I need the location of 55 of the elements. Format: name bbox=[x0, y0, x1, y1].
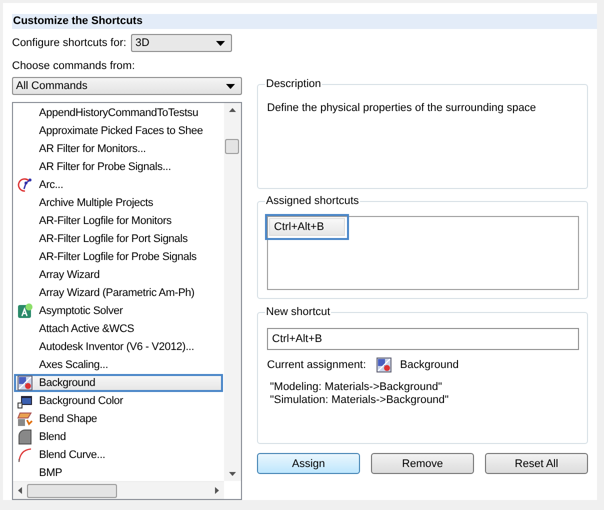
dialog-button[interactable]: Assign bbox=[257, 453, 360, 474]
command-item[interactable]: Background bbox=[14, 374, 223, 392]
group-title: Assigned shortcuts bbox=[265, 195, 360, 207]
scroll-right-icon[interactable] bbox=[215, 487, 219, 494]
caret-icon bbox=[226, 84, 235, 88]
command-item[interactable]: Blend Curve... bbox=[14, 446, 223, 464]
command-item[interactable]: Arc... bbox=[14, 176, 223, 194]
shortcut-input-field[interactable]: Ctrl+Alt+B bbox=[267, 328, 579, 350]
dialog-button[interactable]: Remove bbox=[371, 453, 474, 474]
configure-label: Configure shortcuts for: bbox=[12, 37, 126, 49]
scrollbar-thumb[interactable] bbox=[225, 139, 239, 154]
command-item[interactable]: Array Wizard (Parametric Am-Ph) bbox=[14, 284, 223, 302]
blend-icon bbox=[17, 429, 33, 445]
command-item[interactable]: Bend Shape bbox=[14, 410, 223, 428]
background-icon bbox=[376, 357, 392, 373]
configure-dropdown[interactable]: 3D bbox=[131, 34, 232, 52]
monitor-icon bbox=[17, 393, 33, 409]
command-item[interactable]: Array Wizard bbox=[14, 266, 223, 284]
command-item[interactable]: AR Filter for Probe Signals... bbox=[14, 158, 223, 176]
scrollbar-thumb[interactable] bbox=[27, 484, 117, 498]
command-item[interactable]: Asymptotic Solver bbox=[14, 302, 223, 320]
command-item[interactable]: Autodesk Inventor (V6 - V2012)... bbox=[14, 338, 223, 356]
commands-label: Choose commands from: bbox=[12, 60, 136, 72]
command-item[interactable]: AR-Filter Logfile for Probe Signals bbox=[14, 248, 223, 266]
caret-icon bbox=[216, 40, 226, 46]
command-item[interactable]: Axes Scaling... bbox=[14, 356, 223, 374]
bend-shape-icon bbox=[17, 411, 33, 427]
scroll-left-icon[interactable] bbox=[18, 487, 22, 494]
dialog-title: Customize the Shortcuts bbox=[12, 14, 597, 29]
command-item[interactable]: Approximate Picked Faces to Shee bbox=[14, 122, 223, 140]
command-item[interactable]: BMP bbox=[14, 464, 223, 481]
group-title: New shortcut bbox=[265, 306, 332, 318]
command-item[interactable]: Background Color bbox=[14, 392, 223, 410]
commands-dropdown[interactable]: All Commands bbox=[12, 77, 242, 95]
command-item[interactable]: AppendHistoryCommandToTestsu bbox=[14, 104, 223, 122]
command-item[interactable]: AR-Filter Logfile for Monitors bbox=[14, 212, 223, 230]
description-text: Define the physical properties of the surrounding space bbox=[267, 102, 538, 114]
scroll-up-icon[interactable] bbox=[229, 108, 236, 112]
dialog-button[interactable]: Reset All bbox=[485, 453, 588, 474]
command-item[interactable]: Archive Multiple Projects bbox=[14, 194, 223, 212]
arc-icon bbox=[17, 177, 33, 193]
current-assignment-label: Current assignment: bbox=[267, 359, 366, 371]
group-title: Description bbox=[265, 78, 322, 90]
command-item[interactable]: AR Filter for Monitors... bbox=[14, 140, 223, 158]
solver-icon bbox=[17, 303, 33, 319]
assignment-note: "Simulation: Materials->Background" bbox=[270, 394, 450, 407]
command-item[interactable]: Blend bbox=[14, 428, 223, 446]
vertical-scrollbar[interactable] bbox=[224, 103, 241, 481]
assignment-note: "Modeling: Materials->Background" bbox=[270, 381, 443, 394]
current-assignment-value: Background bbox=[400, 359, 459, 371]
scroll-down-icon[interactable] bbox=[229, 472, 236, 476]
curve-icon bbox=[17, 447, 33, 463]
horizontal-scrollbar[interactable] bbox=[13, 481, 224, 499]
command-item[interactable]: AR-Filter Logfile for Port Signals bbox=[14, 230, 223, 248]
command-item[interactable]: Attach Active &WCS bbox=[14, 320, 223, 338]
